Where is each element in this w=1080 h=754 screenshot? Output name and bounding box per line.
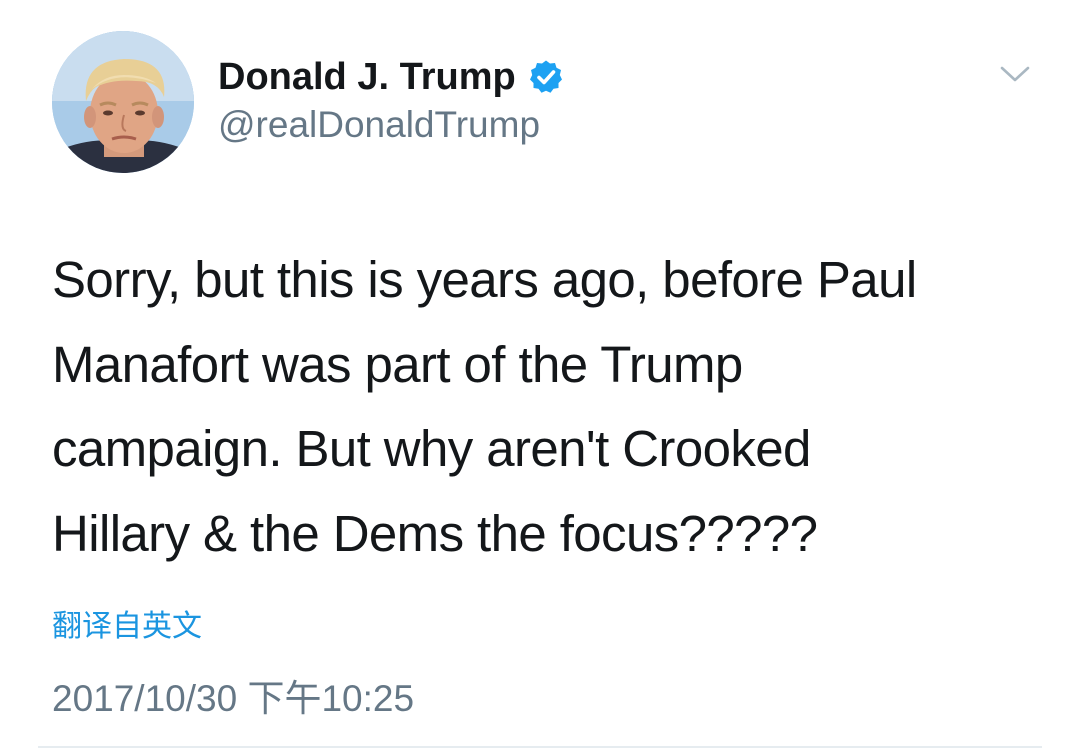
author-name-row[interactable]: Donald J. Trump	[218, 52, 564, 102]
tweet-text-line: Hillary & the Dems the focus?????	[52, 504, 818, 562]
translate-link[interactable]: 翻译自英文	[52, 601, 202, 645]
tweet-text-line: Sorry, but this is years ago, before Pau…	[52, 251, 917, 308]
verified-badge-icon	[529, 60, 562, 93]
author-handle[interactable]: @realDonaldTrump	[218, 104, 540, 146]
tweet-text-line: campaign. But why aren't Crooked	[52, 420, 811, 477]
chevron-down-icon[interactable]	[998, 62, 1032, 86]
avatar-portrait-icon	[52, 31, 194, 173]
divider	[38, 746, 1042, 748]
tweet-timestamp[interactable]: 2017/10/30 下午10:25	[52, 668, 414, 722]
tweet-text: Sorry, but this is years ago, before Pau…	[52, 238, 1012, 576]
avatar[interactable]	[52, 31, 194, 173]
tweet-card: Donald J. Trump @realDonaldTrump Sorry, …	[0, 0, 1080, 754]
author-display-name[interactable]: Donald J. Trump	[218, 56, 516, 99]
tweet-text-line: Manafort was part of the Trump	[52, 335, 743, 393]
